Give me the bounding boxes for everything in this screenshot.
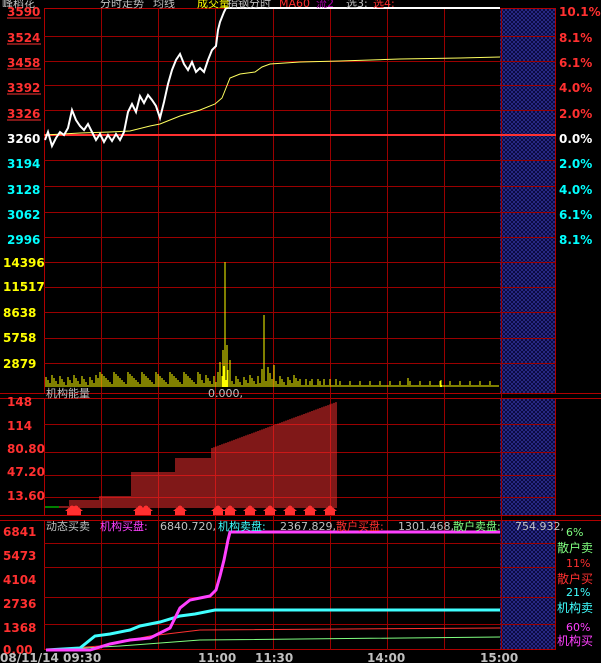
flow-item-value: 754.932, bbox=[515, 520, 564, 533]
flow-title: 动态买卖 bbox=[46, 520, 90, 533]
flow-legend-pct: 60% bbox=[566, 621, 590, 634]
percent-tick-label: 2.0% bbox=[559, 157, 592, 171]
header-tab[interactable]: 流2 bbox=[316, 0, 334, 10]
flow-legend-name: 散户卖 bbox=[557, 540, 593, 555]
flow-legend-name: 机构卖 bbox=[557, 600, 593, 615]
price-tick-label: 3392 bbox=[7, 81, 40, 95]
flow-item-label: 散户买盘: bbox=[336, 519, 384, 533]
flow-legend-pct: 6% bbox=[566, 526, 583, 539]
future-area-price bbox=[500, 8, 555, 393]
time-tick-label: 11:00 bbox=[198, 651, 236, 663]
volume-tick-label: 14396 bbox=[3, 256, 45, 270]
price-tick-label: 3260 bbox=[7, 132, 40, 146]
volume-tick-label: 11517 bbox=[3, 280, 45, 294]
flow-legend-name: 机构买 bbox=[557, 633, 593, 648]
header-tab[interactable]: 分时走势 bbox=[100, 0, 144, 10]
volume-bars bbox=[45, 262, 499, 387]
price-tick-label: 3326 bbox=[7, 107, 40, 121]
energy-tick-label: 47.20 bbox=[7, 465, 45, 479]
volume-axis-left: 14396 11517 8638 5758 2879 bbox=[3, 256, 45, 371]
energy-tick-label: 148 bbox=[7, 395, 32, 409]
flow-tick-label: 2736 bbox=[3, 597, 36, 611]
flow-legend-right: 6%散户卖 11%散户买21%机构卖 60%机构买 bbox=[557, 526, 593, 648]
flow-axis-left: 684154734104273613680.00 bbox=[3, 525, 36, 657]
price-tick-label: 3524 bbox=[7, 31, 40, 45]
price-tick-label: 2996 bbox=[7, 233, 40, 247]
percent-axis-right: 10.1% 8.1% 6.1% 4.0% 2.0% 0.0% 2.0% 4.0% 6.1% 8.1… bbox=[559, 5, 601, 247]
percent-tick-label: 10.1% bbox=[559, 5, 601, 19]
flow-legend-name: 散户买 bbox=[557, 571, 593, 586]
future-area-flow bbox=[500, 520, 555, 650]
flow-header: 动态买卖 机构买盘: 6840.720, 机构卖盘: 2367.829, 散户买盘: 13… bbox=[46, 519, 564, 533]
percent-tick-label: 0.0% bbox=[559, 132, 592, 146]
percent-tick-label: 4.0% bbox=[559, 81, 592, 95]
header-tab[interactable]: 选3: bbox=[346, 0, 368, 10]
flow-legend-pct: 21% bbox=[566, 586, 590, 599]
energy-title: 机构能量 bbox=[46, 386, 90, 400]
flow-legend-pct: 11% bbox=[566, 557, 590, 570]
flow-item-value: 2367.829, bbox=[280, 520, 336, 533]
flow-item-value: 1301.468, bbox=[398, 520, 454, 533]
header-tab[interactable]: MA60 bbox=[279, 0, 310, 10]
price-tick-label: 3128 bbox=[7, 183, 40, 197]
energy-axis-left: 148 114 80.80 47.20 13.60 bbox=[7, 395, 45, 503]
header-tab[interactable]: 成交量 bbox=[197, 0, 230, 10]
energy-tick-label: 80.80 bbox=[7, 442, 45, 456]
flow-item-label: 散户卖盘: bbox=[453, 519, 501, 533]
time-tick-label: 08/11/14 09:30 bbox=[0, 651, 101, 663]
volume-tick-label: 2879 bbox=[3, 357, 36, 371]
header-tab[interactable]: 指钢分时 bbox=[227, 0, 271, 10]
flow-tick-label: 1368 bbox=[3, 621, 36, 635]
percent-tick-label: 4.0% bbox=[559, 183, 592, 197]
time-axis: 08/11/14 09:30 11:00 11:30 14:00 15:00 bbox=[0, 651, 518, 663]
energy-tick-label: 13.60 bbox=[7, 489, 45, 503]
volume-tick-label: 5758 bbox=[3, 331, 36, 345]
header-tab[interactable]: 均线 bbox=[153, 0, 175, 10]
percent-tick-label: 2.0% bbox=[559, 107, 592, 121]
flow-item-label: 机构卖盘: bbox=[218, 519, 266, 533]
price-tick-label: 3590 bbox=[7, 5, 40, 19]
energy-tick-label: 114 bbox=[7, 419, 32, 433]
flow-item-value: 6840.720, bbox=[160, 520, 216, 533]
price-line bbox=[44, 7, 500, 149]
price-axis-left: 3590 3524 3458 3392 3326 3260 3194 3128 3062 2996 bbox=[7, 5, 41, 247]
flow-tick-label: 5473 bbox=[3, 549, 36, 563]
percent-tick-label: 8.1% bbox=[559, 233, 592, 247]
percent-tick-label: 6.1% bbox=[559, 208, 592, 222]
gridlines bbox=[44, 9, 556, 650]
percent-tick-label: 6.1% bbox=[559, 56, 592, 70]
time-tick-label: 11:30 bbox=[255, 651, 293, 663]
flow-item-label: 机构买盘: bbox=[100, 519, 148, 533]
flow-tick-label: 4104 bbox=[3, 573, 36, 587]
energy-bars bbox=[45, 402, 337, 508]
flow-tick-label: 6841 bbox=[3, 525, 36, 539]
volume-tick-label: 8638 bbox=[3, 306, 36, 320]
price-tick-label: 3062 bbox=[7, 208, 40, 222]
price-tick-label: 3458 bbox=[7, 56, 40, 70]
average-price-line bbox=[44, 56, 501, 136]
price-tick-label: 3194 bbox=[7, 157, 40, 171]
header-tab[interactable]: 选4: bbox=[373, 0, 395, 10]
time-tick-label: 14:00 bbox=[367, 651, 405, 663]
time-tick-label: 15:00 bbox=[480, 651, 518, 663]
intraday-chart[interactable]: 峰稻花 分时走势 均线 成交量指钢分时 MA60 流2 选3: 选4: 3590352434… bbox=[0, 0, 601, 663]
percent-tick-label: 8.1% bbox=[559, 31, 592, 45]
energy-value: 0.000, bbox=[208, 387, 243, 400]
